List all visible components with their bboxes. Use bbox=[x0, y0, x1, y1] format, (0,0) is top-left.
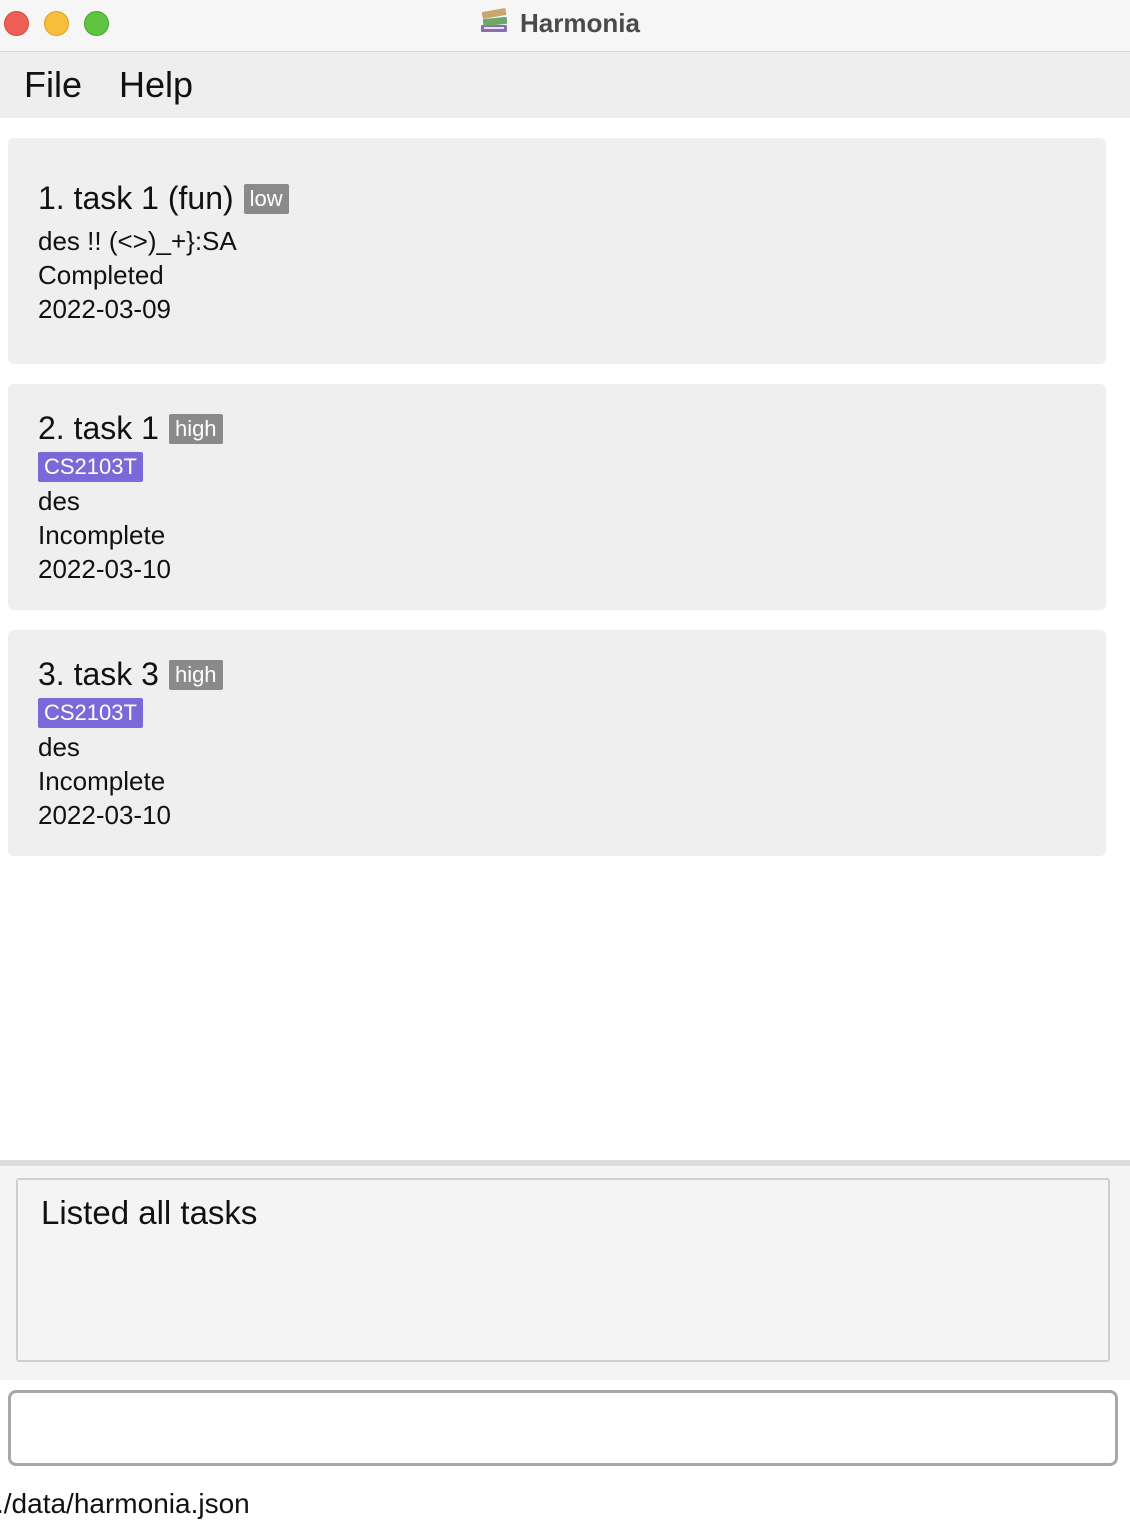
tag-badge: CS2103T bbox=[38, 698, 143, 728]
result-display[interactable]: Listed all tasks bbox=[16, 1178, 1110, 1362]
maximize-window-button[interactable] bbox=[84, 11, 109, 36]
task-status: Incomplete bbox=[38, 766, 166, 796]
title-bar: Harmonia bbox=[0, 0, 1130, 52]
window-title: Harmonia bbox=[478, 6, 640, 40]
task-date: 2022-03-10 bbox=[38, 554, 171, 584]
books-icon bbox=[478, 5, 510, 42]
task-description: des bbox=[38, 486, 80, 516]
status-bar: ./data/harmonia.json bbox=[0, 1484, 1130, 1520]
task-card[interactable]: 2. task 1 high CS2103T des Incomplete 20… bbox=[8, 384, 1106, 610]
task-title-row: 2. task 1 high bbox=[38, 410, 223, 447]
menu-file[interactable]: File bbox=[24, 64, 82, 106]
task-status: Completed bbox=[38, 260, 164, 290]
priority-badge: low bbox=[243, 183, 289, 214]
task-card[interactable]: 1. task 1 (fun) low des !! (<>)_+}:SA Co… bbox=[8, 138, 1106, 364]
task-date: 2022-03-10 bbox=[38, 800, 171, 830]
result-panel: Listed all tasks bbox=[0, 1166, 1130, 1380]
task-description: des bbox=[38, 732, 80, 762]
menu-help[interactable]: Help bbox=[119, 64, 193, 106]
task-title: 3. task 3 bbox=[38, 656, 159, 692]
priority-badge: high bbox=[168, 659, 223, 690]
task-description: des !! (<>)_+}:SA bbox=[38, 226, 237, 256]
task-title: 2. task 1 bbox=[38, 410, 159, 446]
result-message: Listed all tasks bbox=[41, 1194, 258, 1231]
save-location-path: ./data/harmonia.json bbox=[0, 1488, 250, 1519]
priority-badge: high bbox=[168, 413, 223, 444]
command-input[interactable] bbox=[8, 1390, 1118, 1466]
minimize-window-button[interactable] bbox=[44, 11, 69, 36]
close-window-button[interactable] bbox=[4, 11, 29, 36]
task-date: 2022-03-09 bbox=[38, 294, 171, 324]
task-list[interactable]: 1. task 1 (fun) low des !! (<>)_+}:SA Co… bbox=[0, 118, 1130, 1160]
window-title-text: Harmonia bbox=[520, 7, 640, 38]
menu-bar: File Help bbox=[0, 52, 1130, 118]
tag-badge: CS2103T bbox=[38, 452, 143, 482]
task-card[interactable]: 3. task 3 high CS2103T des Incomplete 20… bbox=[8, 630, 1106, 856]
task-title: 1. task 1 (fun) bbox=[38, 180, 234, 216]
task-status: Incomplete bbox=[38, 520, 166, 550]
task-title-row: 3. task 3 high bbox=[38, 656, 223, 693]
task-title-row: 1. task 1 (fun) low bbox=[38, 180, 289, 217]
